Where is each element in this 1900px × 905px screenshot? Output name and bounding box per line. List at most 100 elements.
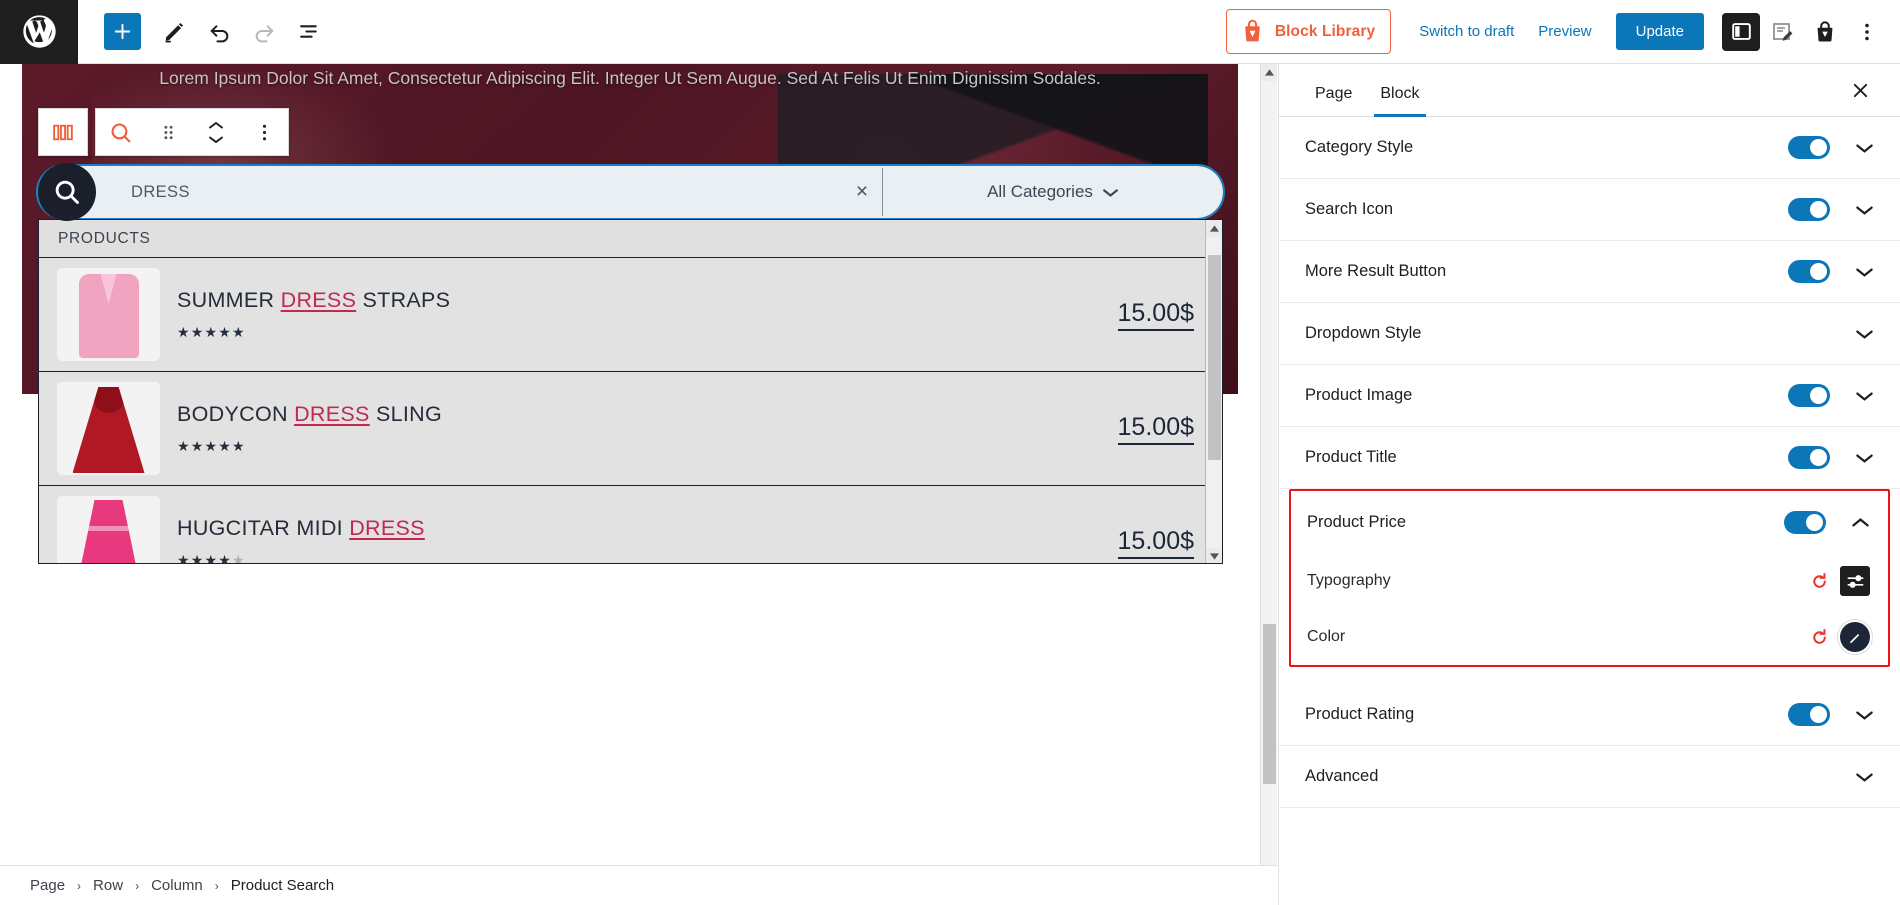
more-menu-button[interactable] xyxy=(1848,13,1886,51)
drag-handle[interactable] xyxy=(144,109,192,155)
table-row[interactable]: SUMMER DRESS STRAPS ★★★★★ 15.00$ xyxy=(39,258,1222,372)
sidebar-item-advanced[interactable]: Advanced xyxy=(1279,746,1900,808)
redo-button[interactable] xyxy=(242,9,287,54)
block-toolbar-group-main xyxy=(95,108,289,156)
block-library-bag-icon xyxy=(1245,19,1260,42)
color-swatch-button[interactable] xyxy=(1840,622,1870,652)
expand-product-rating[interactable] xyxy=(1852,703,1876,727)
block-more-options-button[interactable] xyxy=(240,109,288,155)
collapse-product-price[interactable] xyxy=(1848,510,1872,534)
expand-search-icon[interactable] xyxy=(1852,198,1876,222)
scroll-up-arrow[interactable] xyxy=(1206,220,1222,237)
editor-scrollbar[interactable] xyxy=(1260,64,1277,905)
edit-post-icon-button[interactable] xyxy=(1764,13,1802,51)
edit-tool-button[interactable] xyxy=(152,9,197,54)
chevron-down-icon xyxy=(1855,205,1873,215)
sidebar-item-search-icon[interactable]: Search Icon xyxy=(1279,179,1900,241)
chevron-up-icon xyxy=(209,121,223,128)
header-left-tools xyxy=(78,9,332,54)
typography-control-row: Typography xyxy=(1291,553,1888,609)
scroll-down-arrow[interactable] xyxy=(1206,548,1222,563)
table-row[interactable]: BODYCON DRESS SLING ★★★★★ 15.00$ xyxy=(39,372,1222,486)
close-sidebar-button[interactable] xyxy=(1842,72,1878,108)
toggle-more-result-button[interactable] xyxy=(1788,260,1830,283)
undo-button[interactable] xyxy=(197,9,242,54)
document-overview-button[interactable] xyxy=(287,9,332,54)
breadcrumb-item-page[interactable]: Page xyxy=(30,877,65,894)
expand-product-image[interactable] xyxy=(1852,384,1876,408)
move-block-buttons[interactable] xyxy=(192,109,240,155)
chevron-down-icon xyxy=(1855,329,1873,339)
search-submit-button[interactable] xyxy=(38,163,96,221)
settings-sidebar: Page Block Category Style Search Icon Mo… xyxy=(1278,64,1900,905)
dropdown-scrollbar[interactable] xyxy=(1205,220,1222,563)
search-input[interactable]: DRESS xyxy=(38,183,842,202)
block-library-button[interactable]: Block Library xyxy=(1225,9,1392,54)
sidebar-item-product-price[interactable]: Product Price xyxy=(1291,491,1888,553)
tab-block[interactable]: Block xyxy=(1366,85,1433,117)
vertical-dots-icon xyxy=(262,124,266,140)
reset-icon xyxy=(1812,572,1826,588)
clear-search-button[interactable]: × xyxy=(842,180,882,204)
sidebar-item-label: Advanced xyxy=(1305,767,1379,785)
typography-settings-button[interactable] xyxy=(1840,566,1870,596)
chevron-down-icon xyxy=(1855,391,1873,401)
woo-bag-icon-button[interactable] xyxy=(1806,13,1844,51)
scrollbar-thumb[interactable] xyxy=(1263,624,1276,784)
editor-canvas: Lorem Ipsum Dolor Sit Amet, Consectetur … xyxy=(0,64,1277,905)
expand-product-title[interactable] xyxy=(1852,446,1876,470)
product-title: BODYCON DRESS SLING xyxy=(177,402,442,426)
wordpress-logo[interactable] xyxy=(0,0,78,64)
search-circle-icon xyxy=(110,122,130,142)
color-reset-button[interactable] xyxy=(1802,620,1836,654)
product-rating: ★★★★★ xyxy=(177,324,246,340)
breadcrumb: Page › Row › Column › Product Search xyxy=(0,865,1277,905)
tab-page[interactable]: Page xyxy=(1301,85,1366,116)
category-dropdown[interactable]: All Categories xyxy=(883,166,1223,218)
typography-reset-button[interactable] xyxy=(1802,564,1836,598)
toggle-category-style[interactable] xyxy=(1788,136,1830,159)
scrollbar-thumb[interactable] xyxy=(1208,255,1221,460)
breadcrumb-item-row[interactable]: Row xyxy=(93,877,123,894)
typography-settings-icon xyxy=(1847,574,1863,588)
table-row[interactable]: HUGCITAR MIDI DRESS ★★★★★ 15.00$ xyxy=(39,486,1222,563)
sidebar-item-more-result-button[interactable]: More Result Button xyxy=(1279,241,1900,303)
sidebar-item-dropdown-style[interactable]: Dropdown Style xyxy=(1279,303,1900,365)
sidebar-item-category-style[interactable]: Category Style xyxy=(1279,117,1900,179)
product-info: SUMMER DRESS STRAPS ★★★★★ xyxy=(177,288,1118,341)
toggle-product-price[interactable] xyxy=(1784,510,1826,534)
sidebar-item-label: Category Style xyxy=(1305,138,1414,156)
breadcrumb-item-product-search[interactable]: Product Search xyxy=(231,877,334,894)
chevron-down-icon xyxy=(1855,453,1873,463)
search-results-dropdown: PRODUCTS SUMMER DRESS STRAPS ★★★★★ 15.00… xyxy=(38,219,1223,564)
toggle-product-image[interactable] xyxy=(1788,384,1830,407)
product-search-block-button[interactable] xyxy=(96,109,144,155)
toggle-product-title[interactable] xyxy=(1788,446,1830,469)
sidebar-item-label: Product Rating xyxy=(1305,705,1415,723)
scroll-up-arrow[interactable] xyxy=(1261,64,1277,81)
sidebar-item-label: More Result Button xyxy=(1305,262,1447,280)
breadcrumb-item-column[interactable]: Column xyxy=(151,877,203,894)
expand-advanced[interactable] xyxy=(1852,765,1876,789)
plus-icon xyxy=(114,23,131,40)
expand-category-style[interactable] xyxy=(1852,136,1876,160)
header-right-actions: Block Library Switch to draft Preview Up… xyxy=(1225,9,1900,54)
columns-block-button[interactable] xyxy=(39,109,87,155)
product-price: 15.00$ xyxy=(1117,413,1194,445)
product-title: HUGCITAR MIDI DRESS xyxy=(177,516,425,540)
search-bar: DRESS × All Categories xyxy=(36,163,1225,221)
sidebar-item-product-title[interactable]: Product Title xyxy=(1279,427,1900,489)
sidebar-item-product-image[interactable]: Product Image xyxy=(1279,365,1900,427)
expand-dropdown-style[interactable] xyxy=(1852,322,1876,346)
redo-arrow-icon xyxy=(255,25,274,43)
add-block-button[interactable] xyxy=(104,13,141,50)
expand-more-result-button[interactable] xyxy=(1852,260,1876,284)
preview-button[interactable]: Preview xyxy=(1526,15,1603,48)
toggle-product-rating[interactable] xyxy=(1788,703,1830,726)
toggle-search-icon[interactable] xyxy=(1788,198,1830,221)
settings-sidebar-toggle[interactable] xyxy=(1722,12,1760,51)
block-library-label: Block Library xyxy=(1274,22,1376,40)
switch-to-draft-button[interactable]: Switch to draft xyxy=(1407,15,1526,48)
sidebar-item-product-rating[interactable]: Product Rating xyxy=(1279,684,1900,746)
update-button[interactable]: Update xyxy=(1615,13,1704,50)
